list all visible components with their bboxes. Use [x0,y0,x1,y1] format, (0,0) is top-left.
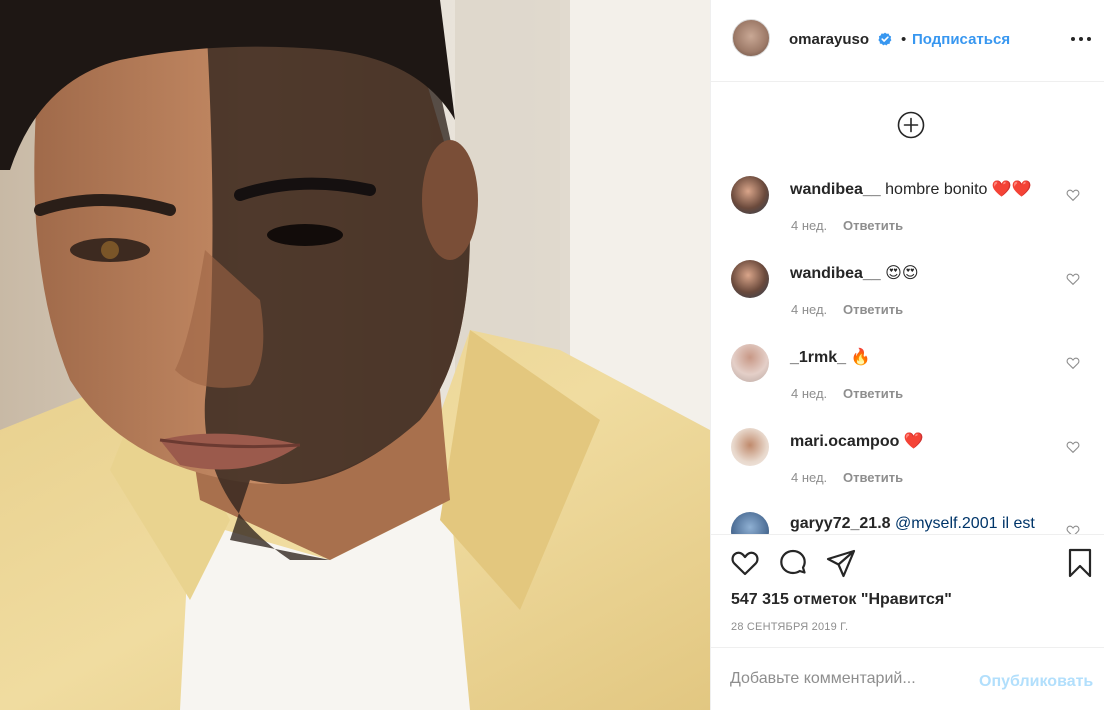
comment-age: 4 нед. [791,302,828,317]
comment-item: _1rmk_ 🔥 4 нед. Ответить [711,328,1104,412]
author-avatar[interactable] [732,19,770,57]
post-sidebar: omarayuso • Подписаться wandibea__ hombr… [710,0,1104,710]
likes-count[interactable]: 547 315 отметок "Нравится" [731,591,952,609]
post-header: omarayuso • Подписаться [711,0,1104,82]
share-direct-icon[interactable] [825,547,857,579]
commenter-avatar[interactable] [731,344,769,382]
like-comment-icon[interactable] [1066,272,1080,286]
post-photo[interactable] [0,0,710,710]
author-username[interactable]: omarayuso [789,31,869,48]
comment-item: garyy72_21.8 @myself.2001 il est [711,496,1104,534]
comment-text: garyy72_21.8 @myself.2001 il est [790,515,1035,533]
comment-emoji: 😍😍 [885,265,919,282]
load-more-comments-icon[interactable] [897,111,925,139]
save-bookmark-icon[interactable] [1064,547,1096,579]
comment-item: wandibea__ 😍😍 4 нед. Ответить [711,244,1104,328]
comment-text: mari.ocampoo ❤️ [790,431,924,451]
like-comment-icon[interactable] [1066,356,1080,370]
like-comment-icon[interactable] [1066,440,1080,454]
reply-button[interactable]: Ответить [843,218,903,233]
reply-button[interactable]: Ответить [843,470,903,485]
commenter-avatar[interactable] [731,260,769,298]
comment-body: @myself.2001 il est [894,515,1035,532]
commenter-avatar[interactable] [731,512,769,534]
comment-item: mari.ocampoo ❤️ 4 нед. Ответить [711,412,1104,496]
comment-emoji: 🔥 [850,349,871,366]
comment-emoji: ❤️ [903,433,924,450]
commenter-avatar[interactable] [731,428,769,466]
commenter-username[interactable]: mari.ocampoo [790,433,899,450]
verified-badge-icon [878,32,892,46]
comment-item: wandibea__ hombre bonito ❤️❤️ 4 нед. Отв… [711,160,1104,244]
comment-text: _1rmk_ 🔥 [790,347,870,367]
like-comment-icon[interactable] [1066,188,1080,202]
comment-bubble-icon[interactable] [777,547,809,579]
commenter-username[interactable]: _1rmk_ [790,349,846,366]
commenter-username[interactable]: wandibea__ [790,265,881,282]
comment-age: 4 нед. [791,218,828,233]
like-heart-icon[interactable] [729,547,761,579]
header-separator: • [901,31,907,48]
like-comment-icon[interactable] [1066,524,1080,534]
reply-button[interactable]: Ответить [843,386,903,401]
post-date[interactable]: 28 СЕНТЯБРЯ 2019 Г. [731,621,848,633]
commenter-username[interactable]: wandibea__ [790,181,881,198]
reply-button[interactable]: Ответить [843,302,903,317]
commenter-avatar[interactable] [731,176,769,214]
comment-text: wandibea__ hombre bonito ❤️❤️ [790,179,1032,199]
post-actions: 547 315 отметок "Нравится" 28 СЕНТЯБРЯ 2… [711,534,1104,647]
comment-age: 4 нед. [791,386,828,401]
comment-body: hombre bonito [885,181,988,198]
comment-input[interactable] [730,668,970,690]
portrait-illustration [0,0,710,710]
follow-button[interactable]: Подписаться [912,31,1010,48]
comment-text: wandibea__ 😍😍 [790,263,919,283]
comments-list[interactable]: wandibea__ hombre bonito ❤️❤️ 4 нед. Отв… [711,160,1104,534]
comment-emoji: ❤️❤️ [991,181,1032,198]
more-horizontal-icon[interactable] [1071,28,1095,48]
comment-age: 4 нед. [791,470,828,485]
add-comment-form: Опубликовать [711,647,1104,710]
commenter-username[interactable]: garyy72_21.8 [790,515,891,532]
publish-button[interactable]: Опубликовать [979,673,1093,691]
